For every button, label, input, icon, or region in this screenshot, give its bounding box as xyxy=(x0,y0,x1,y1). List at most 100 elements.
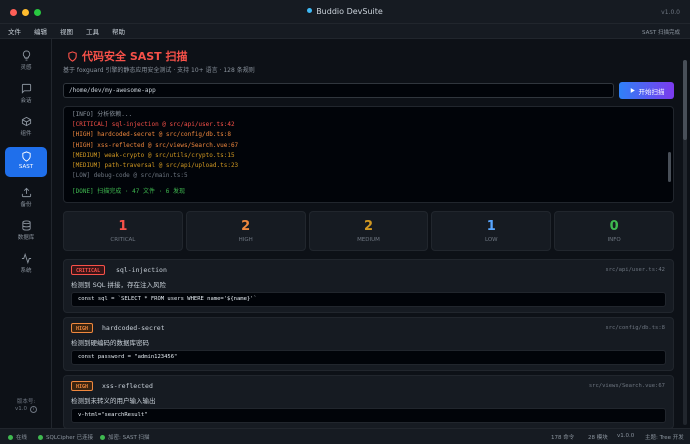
status-mode-text: 加密: SAST 扫描 xyxy=(108,435,150,441)
status-db: SQLCipher 已连接 xyxy=(38,433,93,441)
lightbulb-icon xyxy=(22,50,30,61)
sidebar-item-label: SAST xyxy=(18,164,34,170)
finding-card[interactable]: CRITICAL sql-injection src/api/user.ts:4… xyxy=(63,259,674,313)
stat-count: 0 xyxy=(609,219,619,234)
severity-badge: CRITICAL xyxy=(71,265,106,275)
severity-stats: 1 CRITICAL 2 HIGH 2 MEDIUM 1 LOW 0 INFO xyxy=(63,211,674,251)
scan-console: [INFO] 分析依赖... [CRITICAL] sql-injection … xyxy=(63,106,674,203)
sidebar-item-backup[interactable]: 备份 xyxy=(5,183,47,213)
start-scan-label: 开始扫描 xyxy=(638,88,665,96)
sidebar: 灵感 会话 组件 SAST 备份 数据库 系统 版本号: v1.0 i xyxy=(0,39,52,428)
stat-label: MEDIUM xyxy=(357,237,380,243)
main-scrollbar[interactable] xyxy=(683,60,687,425)
menu-view[interactable]: 视图 xyxy=(60,26,73,36)
info-icon[interactable]: i xyxy=(30,406,37,413)
page-title: 代码安全 SAST 扫描 xyxy=(67,48,188,64)
status-online-text: 在线 xyxy=(16,435,28,441)
menu-file[interactable]: 文件 xyxy=(8,26,21,36)
stat-critical: 1 CRITICAL xyxy=(63,211,183,251)
finding-rule: xss-reflected xyxy=(102,382,153,390)
console-line: [MEDIUM] path-traversal @ src/api/upload… xyxy=(72,162,239,170)
console-line: [HIGH] hardcoded-secret @ src/config/db.… xyxy=(72,131,231,139)
online-dot-icon xyxy=(8,435,13,440)
console-line: [DONE] 扫描完成 · 47 文件 · 6 发现 xyxy=(72,188,186,196)
sidebar-item-system[interactable]: 系统 xyxy=(5,249,47,279)
finding-code-snippet: const password = "admin123456" xyxy=(71,350,666,365)
status-dot-icon xyxy=(307,8,313,13)
status-mode: 加密: SAST 扫描 xyxy=(100,433,150,441)
finding-location[interactable]: src/views/Search.vue:67 xyxy=(589,383,665,389)
sidebar-item-label: 数据库 xyxy=(17,235,35,241)
status-bar: 在线 SQLCipher 已连接 加密: SAST 扫描 178 命令 28 模… xyxy=(0,428,690,444)
status-db-text: SQLCipher 已连接 xyxy=(46,435,94,441)
page-subtitle: 基于 foxguard 引擎的静态应用安全测试 · 支持 10+ 语言 · 12… xyxy=(63,67,255,74)
version-label: 版本号: xyxy=(16,399,36,405)
status-theme[interactable]: 主题: Tree 开发 xyxy=(645,433,684,441)
finding-description: 检测到 SQL 拼接，存在注入风险 xyxy=(71,281,166,289)
shield-icon xyxy=(21,151,31,162)
menu-bar: 文件 编辑 视图 工具 帮助 SAST 扫描完成 xyxy=(0,24,690,39)
db-dot-icon xyxy=(38,435,43,440)
menu-tools[interactable]: 工具 xyxy=(86,26,99,36)
sidebar-item-database[interactable]: 数据库 xyxy=(5,216,47,246)
sidebar-item-label: 组件 xyxy=(20,131,32,137)
sidebar-item-label: 系统 xyxy=(20,268,32,274)
stat-count: 2 xyxy=(241,219,251,234)
stat-low: 1 LOW xyxy=(431,211,552,251)
stat-label: HIGH xyxy=(238,237,253,243)
play-icon xyxy=(630,88,635,93)
menu-edit[interactable]: 编辑 xyxy=(34,26,47,36)
finding-card[interactable]: HIGH hardcoded-secret src/config/db.ts:8… xyxy=(63,317,674,371)
database-icon xyxy=(21,220,31,231)
finding-rule: hardcoded-secret xyxy=(102,324,165,332)
activity-icon xyxy=(21,253,31,264)
console-line: [HIGH] xss-reflected @ src/views/Search.… xyxy=(72,141,239,149)
start-scan-button[interactable]: 开始扫描 xyxy=(619,82,674,99)
stat-count: 2 xyxy=(363,219,374,234)
stat-high: 2 HIGH xyxy=(185,211,306,251)
stat-count: 1 xyxy=(486,219,496,234)
status-commands: 178 命令 xyxy=(551,435,575,441)
menu-status-text: SAST 扫描完成 xyxy=(642,30,680,36)
sidebar-item-components[interactable]: 组件 xyxy=(5,112,47,142)
finding-description: 检测到未转义的用户输入输出 xyxy=(71,397,156,405)
finding-card[interactable]: HIGH xss-reflected src/views/Search.vue:… xyxy=(63,375,674,429)
main-content: 代码安全 SAST 扫描 基于 foxguard 引擎的静态应用安全测试 · 支… xyxy=(53,39,690,429)
upload-icon xyxy=(21,187,31,198)
page-title-text: 代码安全 SAST 扫描 xyxy=(82,50,188,63)
sidebar-item-sast[interactable]: SAST xyxy=(5,147,47,177)
status-online: 在线 xyxy=(8,433,27,441)
stat-label: LOW xyxy=(484,237,498,243)
sidebar-version: v1.0 xyxy=(15,406,28,412)
version-label-text: 版本号 xyxy=(16,399,34,405)
stat-count: 1 xyxy=(118,219,128,234)
console-line: [INFO] 分析依赖... xyxy=(72,111,133,118)
box-icon xyxy=(21,116,31,127)
stat-label: INFO xyxy=(607,237,621,243)
chat-icon xyxy=(21,83,31,94)
sidebar-item-inspiration[interactable]: 灵感 xyxy=(5,46,47,76)
sidebar-item-sessions[interactable]: 会话 xyxy=(5,79,47,109)
shield-icon xyxy=(68,51,77,62)
window-title: Buddio DevSuite xyxy=(0,7,690,16)
console-scrollbar[interactable] xyxy=(668,152,671,182)
sidebar-item-label: 会话 xyxy=(20,98,32,104)
mode-dot-icon xyxy=(100,435,105,440)
finding-code-snippet: const sql = `SELECT * FROM users WHERE n… xyxy=(71,292,666,307)
console-line: [CRITICAL] sql-injection @ src/api/user.… xyxy=(72,121,235,129)
finding-location[interactable]: src/api/user.ts:42 xyxy=(605,267,665,273)
status-modules: 28 模块 xyxy=(588,435,608,441)
title-bar: Buddio DevSuite v1.0.0 xyxy=(0,0,690,24)
main-scrollbar-thumb[interactable] xyxy=(683,60,687,140)
app-version: v1.0.0 xyxy=(661,9,680,16)
sidebar-item-label: 灵感 xyxy=(20,65,32,71)
console-line: [LOW] debug-code @ src/main.ts:5 xyxy=(72,172,188,180)
stat-info: 0 INFO xyxy=(554,211,674,251)
console-line: [MEDIUM] weak-crypto @ src/utils/crypto.… xyxy=(72,151,235,159)
finding-location[interactable]: src/config/db.ts:8 xyxy=(605,325,665,331)
severity-badge: HIGH xyxy=(71,323,94,333)
status-version: v1.0.0 xyxy=(617,433,635,439)
menu-help[interactable]: 帮助 xyxy=(112,26,125,36)
project-path-input[interactable]: /home/dev/my-awesome-app xyxy=(63,83,614,98)
finding-code-snippet: v-html="searchResult" xyxy=(71,408,666,423)
